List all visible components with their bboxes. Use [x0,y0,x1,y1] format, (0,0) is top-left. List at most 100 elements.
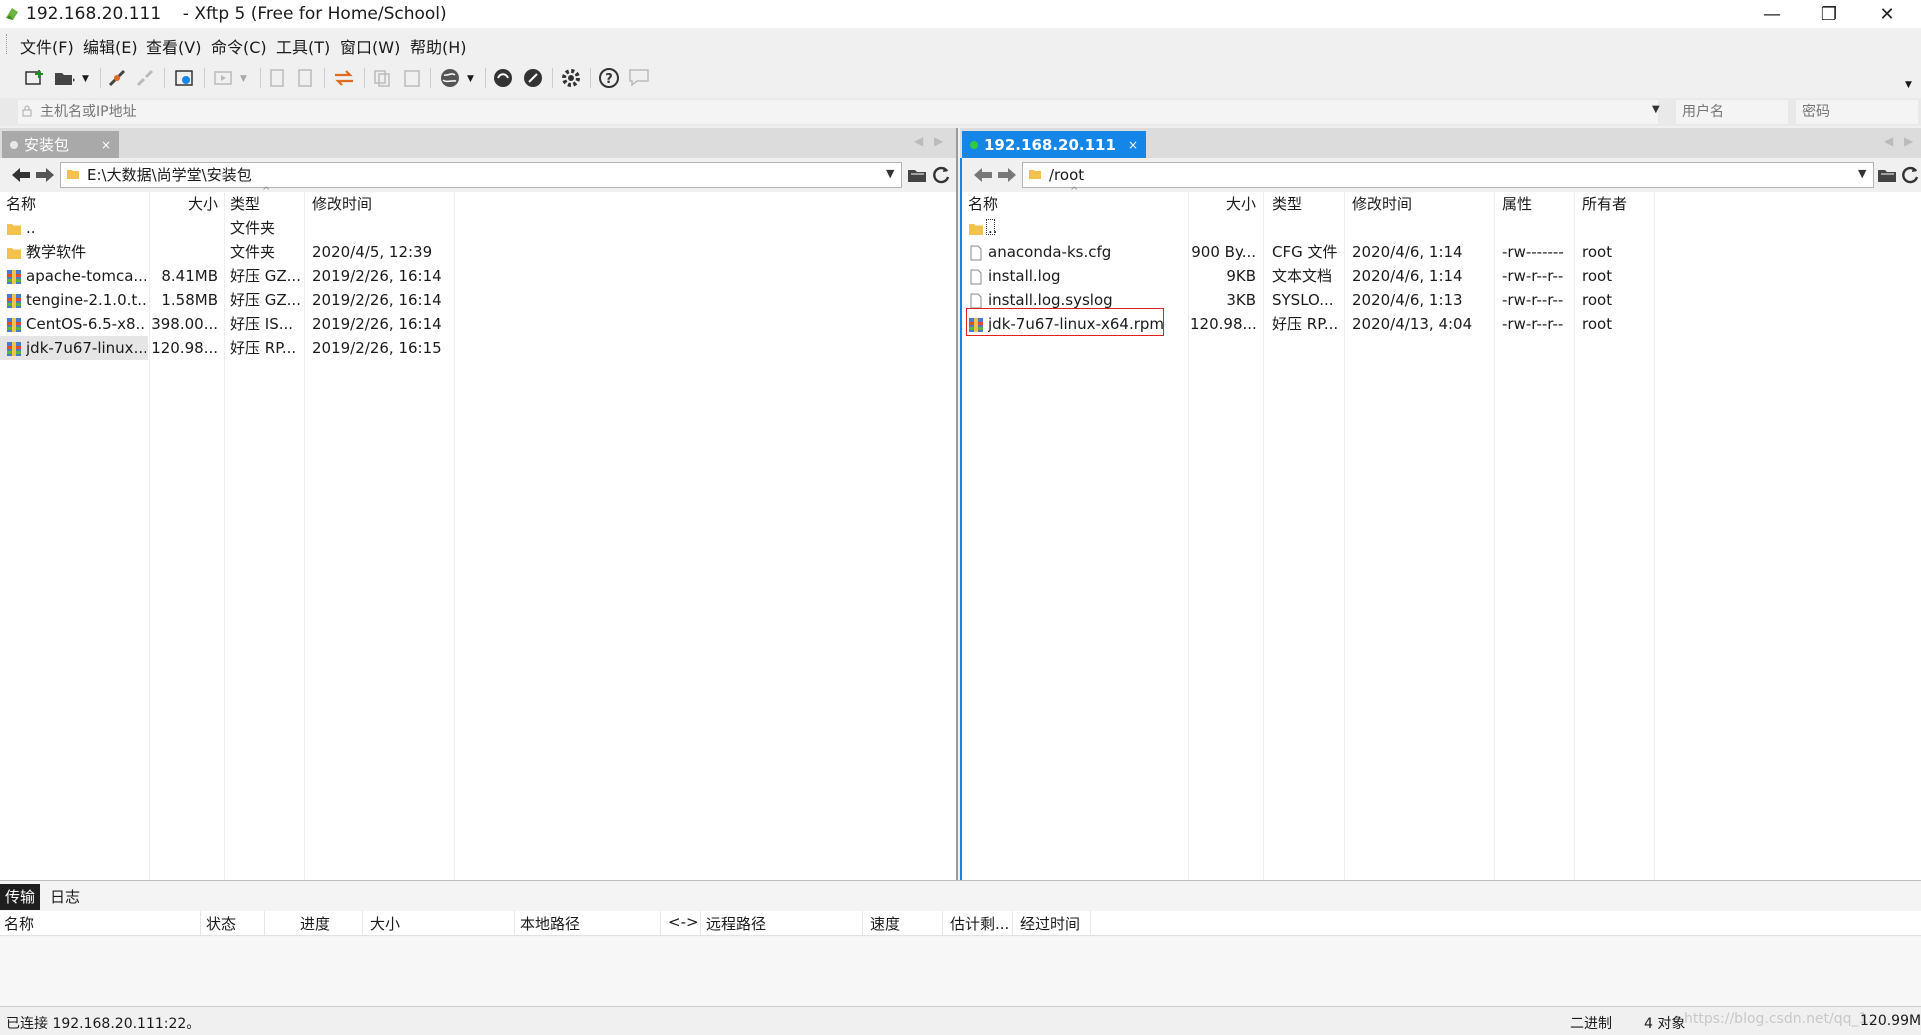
host-input[interactable] [18,100,1658,124]
tab-transfer[interactable]: 传输 [0,884,41,910]
transfer-col-direction[interactable]: <-> [668,913,699,931]
transfer-dropdown-icon: ▼ [240,74,247,84]
folder-icon [1029,170,1041,179]
table-row[interactable]: .. 文件夹 [0,216,956,240]
host-dropdown-icon[interactable]: ▼ [1652,104,1660,115]
transfer-col-size[interactable]: 大小 [370,913,400,934]
menu-view[interactable]: 查看(V) [146,34,201,58]
transfer-col-status[interactable]: 状态 [206,913,236,934]
menu-bar: 文件(F) 编辑(E) 查看(V) 命令(C) 工具(T) 窗口(W) 帮助(H… [0,28,1921,60]
table-row[interactable]: CentOS-6.5-x8... 398.00... 好压 IS... 2019/2/… [0,312,956,336]
forward-arrow-icon[interactable] [996,164,1018,186]
close-button[interactable]: ✕ [1858,0,1916,28]
menu-edit[interactable]: 编辑(E) [83,34,138,58]
menu-window[interactable]: 窗口(W) [340,34,400,58]
file-modified: 2020/4/6, 1:13 [1352,291,1463,309]
watermark-text: https://blog.csdn.net/qq_1... [1684,1011,1881,1027]
xshell-icon[interactable] [490,65,516,91]
column-header-modified[interactable]: 修改时间 [312,192,372,216]
menu-tools[interactable]: 工具(T) [276,34,330,58]
file-attributes: -rw-r--r-- [1502,291,1564,309]
tab-log[interactable]: 日志 [45,884,85,910]
open-folder-icon[interactable] [1876,164,1898,186]
tab-scroll-right-icon[interactable]: ▶ [934,134,943,148]
column-header-attributes[interactable]: 属性 [1502,192,1532,216]
column-header-size[interactable]: 大小 [188,192,218,216]
refresh-icon[interactable] [1899,164,1921,186]
file-modified: 2020/4/6, 1:14 [1352,267,1463,285]
object-count: 4 对象 [1644,1016,1686,1032]
file-icon [968,244,984,261]
file-name: install.log [988,267,1061,285]
address-bar: ▼ [0,98,1921,126]
refresh-icon[interactable] [930,164,952,186]
transfer-col-local-path[interactable]: 本地路径 [520,913,580,934]
file-modified: 2020/4/13, 4:04 [1352,315,1473,333]
transfer-col-progress[interactable]: 进度 [300,913,330,934]
column-header-type[interactable]: 类型 [230,192,260,216]
tab-scroll-left-icon[interactable]: ◀ [1884,134,1893,148]
back-arrow-icon[interactable] [972,164,994,186]
tab-scroll-left-icon[interactable]: ◀ [914,134,923,148]
remote-pane: 192.168.20.111 × ◀ ▶ /root ▼ 名称 ^ 大小 类型 … [960,128,1921,880]
forward-arrow-icon[interactable] [34,164,56,186]
table-row[interactable]: tengine-2.1.0.t... 1.58MB 好压 GZ... 2019/2/2… [0,288,956,312]
local-path-field[interactable]: E:\大数据\尚学堂\安装包 [60,162,902,188]
table-row[interactable]: anaconda-ks.cfg 900 By... CFG 文件 2020/4/6, … [962,240,1921,264]
folder-icon [968,220,984,236]
help-icon[interactable]: ? [596,65,622,91]
gear-icon[interactable] [558,65,584,91]
table-row[interactable]: jdk-7u67-linux... 120.98... 好压 RP... 2019/2… [0,336,442,360]
table-row[interactable]: apache-tomca... 8.41MB 好压 GZ... 2019/2/26, … [0,264,956,288]
tab-remote-session[interactable]: 192.168.20.111 × [962,131,1146,158]
menu-file[interactable]: 文件(F) [20,34,74,58]
svg-text:?: ? [605,72,613,87]
toolbar-overflow-icon[interactable]: ▼ [1905,80,1912,90]
password-input[interactable] [1796,100,1918,124]
transfer-col-elapsed[interactable]: 经过时间 [1020,913,1080,934]
minimize-button[interactable]: — [1743,0,1801,28]
session-properties-icon[interactable] [171,65,197,91]
table-row[interactable]: install.log 9KB 文本文档 2020/4/6, 1:14 -rw-r--r… [962,264,1921,288]
restore-button[interactable]: ❐ [1800,0,1858,28]
globe-dropdown-icon[interactable]: ▼ [467,74,474,84]
transfer-col-eta[interactable]: 估计剩... [950,913,1009,934]
open-dropdown-icon[interactable]: ▼ [82,74,89,84]
tab-close-icon[interactable]: × [101,138,111,152]
transfer-col-speed[interactable]: 速度 [870,913,900,934]
menu-help[interactable]: 帮助(H) [410,34,467,58]
transfer-col-remote-path[interactable]: 远程路径 [706,913,766,934]
new-session-icon[interactable] [22,65,48,91]
path-dropdown-icon[interactable]: ▼ [886,167,894,180]
path-dropdown-icon[interactable]: ▼ [1858,167,1866,180]
back-arrow-icon[interactable] [10,164,32,186]
file-owner: root [1582,243,1613,261]
open-folder-icon[interactable] [906,164,928,186]
globe-icon[interactable] [437,65,463,91]
tab-scroll-right-icon[interactable]: ▶ [1904,134,1913,148]
file-name: CentOS-6.5-x8... [26,315,146,333]
username-input[interactable] [1676,100,1788,124]
table-row[interactable]: jdk-7u67-linux-x64.rpm 120.98... 好压 RP... 2… [962,308,1921,336]
menu-command[interactable]: 命令(C) [211,34,267,58]
tab-local-install-packages[interactable]: 安装包 × [2,131,119,158]
remote-path-field[interactable]: /root [1022,162,1874,188]
file-type: 好压 IS... [230,315,294,333]
column-header-name[interactable]: 名称 [6,192,36,216]
open-folder-icon[interactable] [52,65,78,91]
column-header-modified[interactable]: 修改时间 [1352,192,1412,216]
connect-icon[interactable] [104,65,130,91]
sync-icon[interactable] [331,65,357,91]
column-header-type[interactable]: 类型 [1272,192,1302,216]
column-header-name[interactable]: 名称 [968,192,998,216]
file-size: 3KB [1226,291,1256,309]
file-modified: 2019/2/26, 16:15 [312,339,442,357]
folder-icon [6,220,22,236]
column-header-owner[interactable]: 所有者 [1582,192,1627,216]
column-header-size[interactable]: 大小 [1226,192,1256,216]
xftp-icon[interactable] [520,65,546,91]
table-row[interactable]: .. [962,216,1921,240]
table-row[interactable]: 教学软件 文件夹 2020/4/5, 12:39 [0,240,956,264]
transfer-col-name[interactable]: 名称 [4,913,34,934]
tab-close-icon[interactable]: × [1128,138,1138,152]
